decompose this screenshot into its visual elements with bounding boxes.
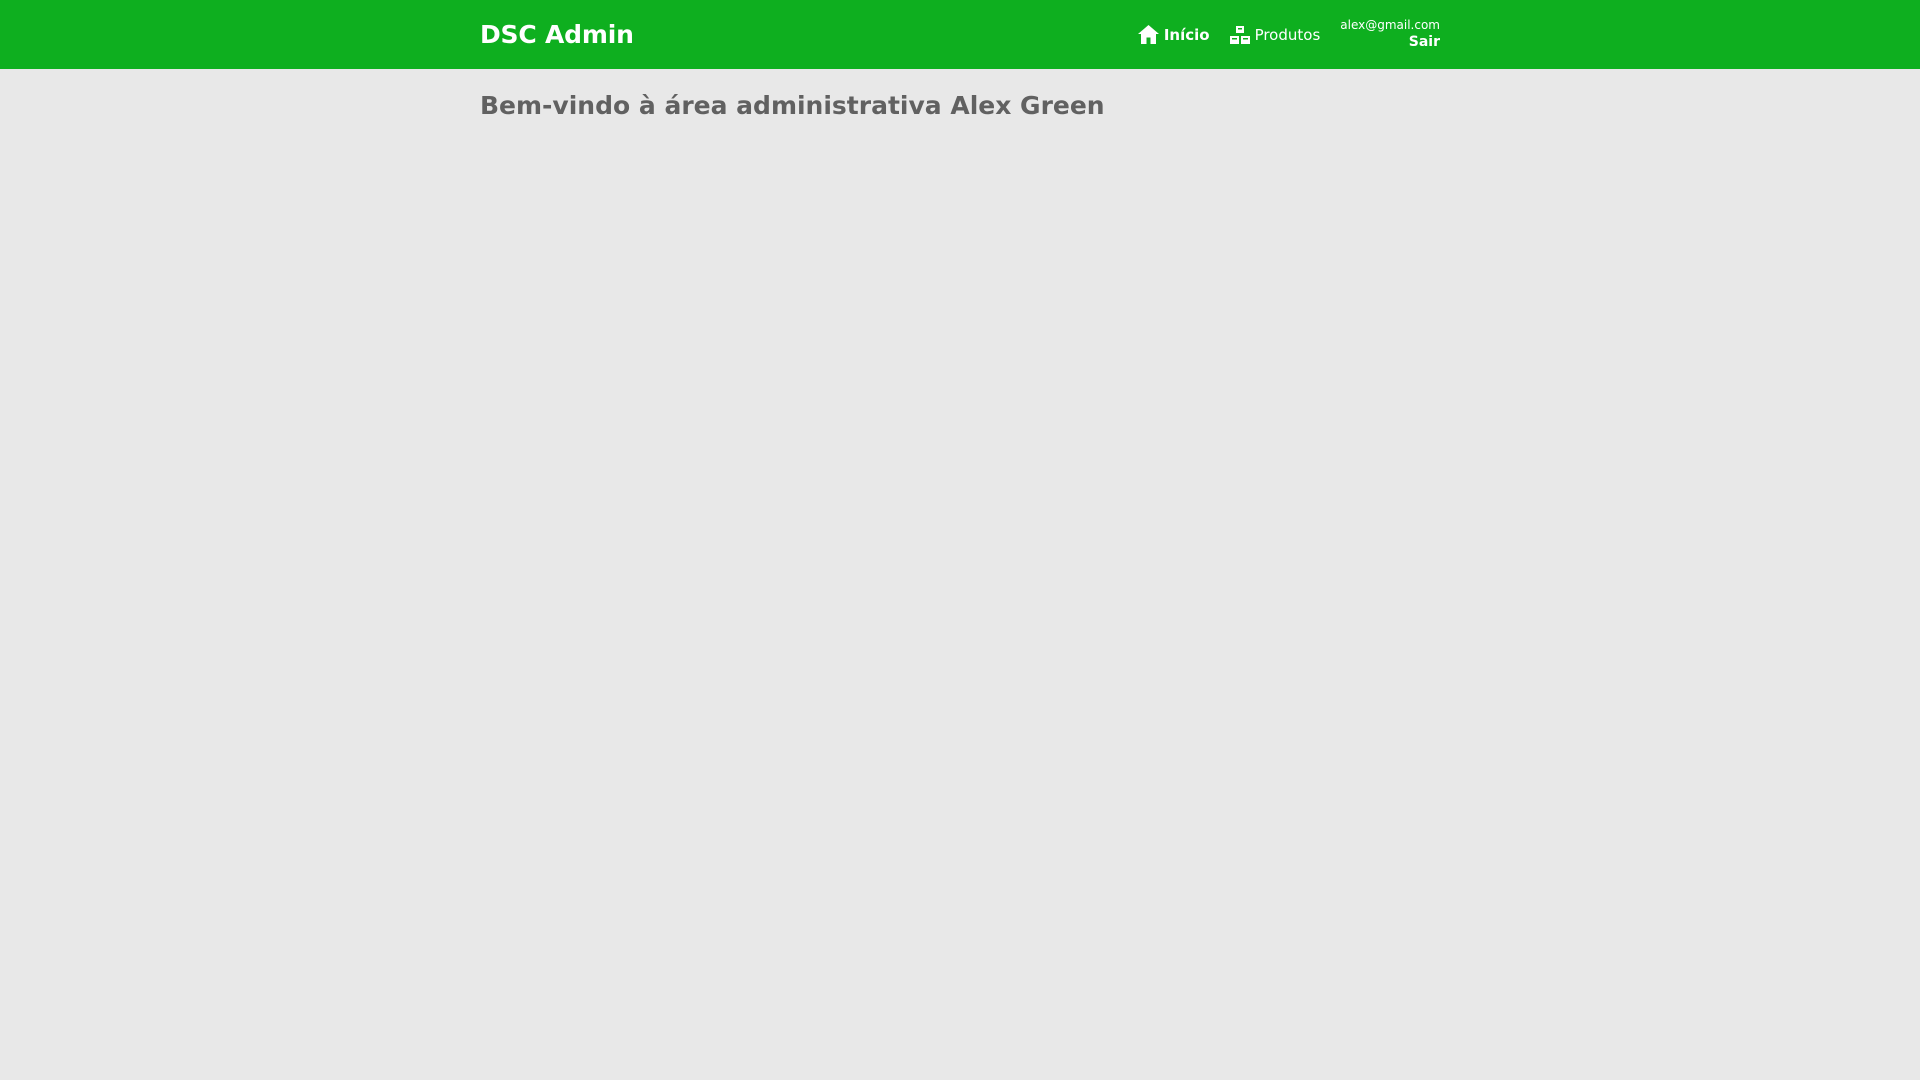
nav-item-inicio[interactable]: Início xyxy=(1138,24,1210,46)
welcome-heading: Bem-vindo à área administrativa Alex Gre… xyxy=(480,91,1105,120)
main-container: Bem-vindo à área administrativa Alex Gre… xyxy=(480,69,1440,120)
user-menu: alex@gmail.com Sair xyxy=(1340,18,1440,50)
top-navbar: DSC Admin Início Produtos alex@gmail.com… xyxy=(0,0,1920,69)
navbar-container: DSC Admin Início Produtos alex@gmail.com… xyxy=(480,0,1440,69)
logout-link[interactable]: Sair xyxy=(1409,34,1440,51)
nav-item-produtos-label: Produtos xyxy=(1254,25,1321,44)
nav-item-produtos[interactable]: Produtos xyxy=(1229,24,1321,46)
user-email: alex@gmail.com xyxy=(1340,18,1440,33)
main-content: Bem-vindo à área administrativa Alex Gre… xyxy=(0,69,1920,120)
brand-link[interactable]: DSC Admin xyxy=(480,20,634,49)
products-icon xyxy=(1229,24,1251,46)
nav-item-inicio-label: Início xyxy=(1163,25,1210,44)
nav-menu: Início Produtos alex@gmail.com Sair xyxy=(1138,0,1440,69)
home-icon xyxy=(1138,24,1160,46)
